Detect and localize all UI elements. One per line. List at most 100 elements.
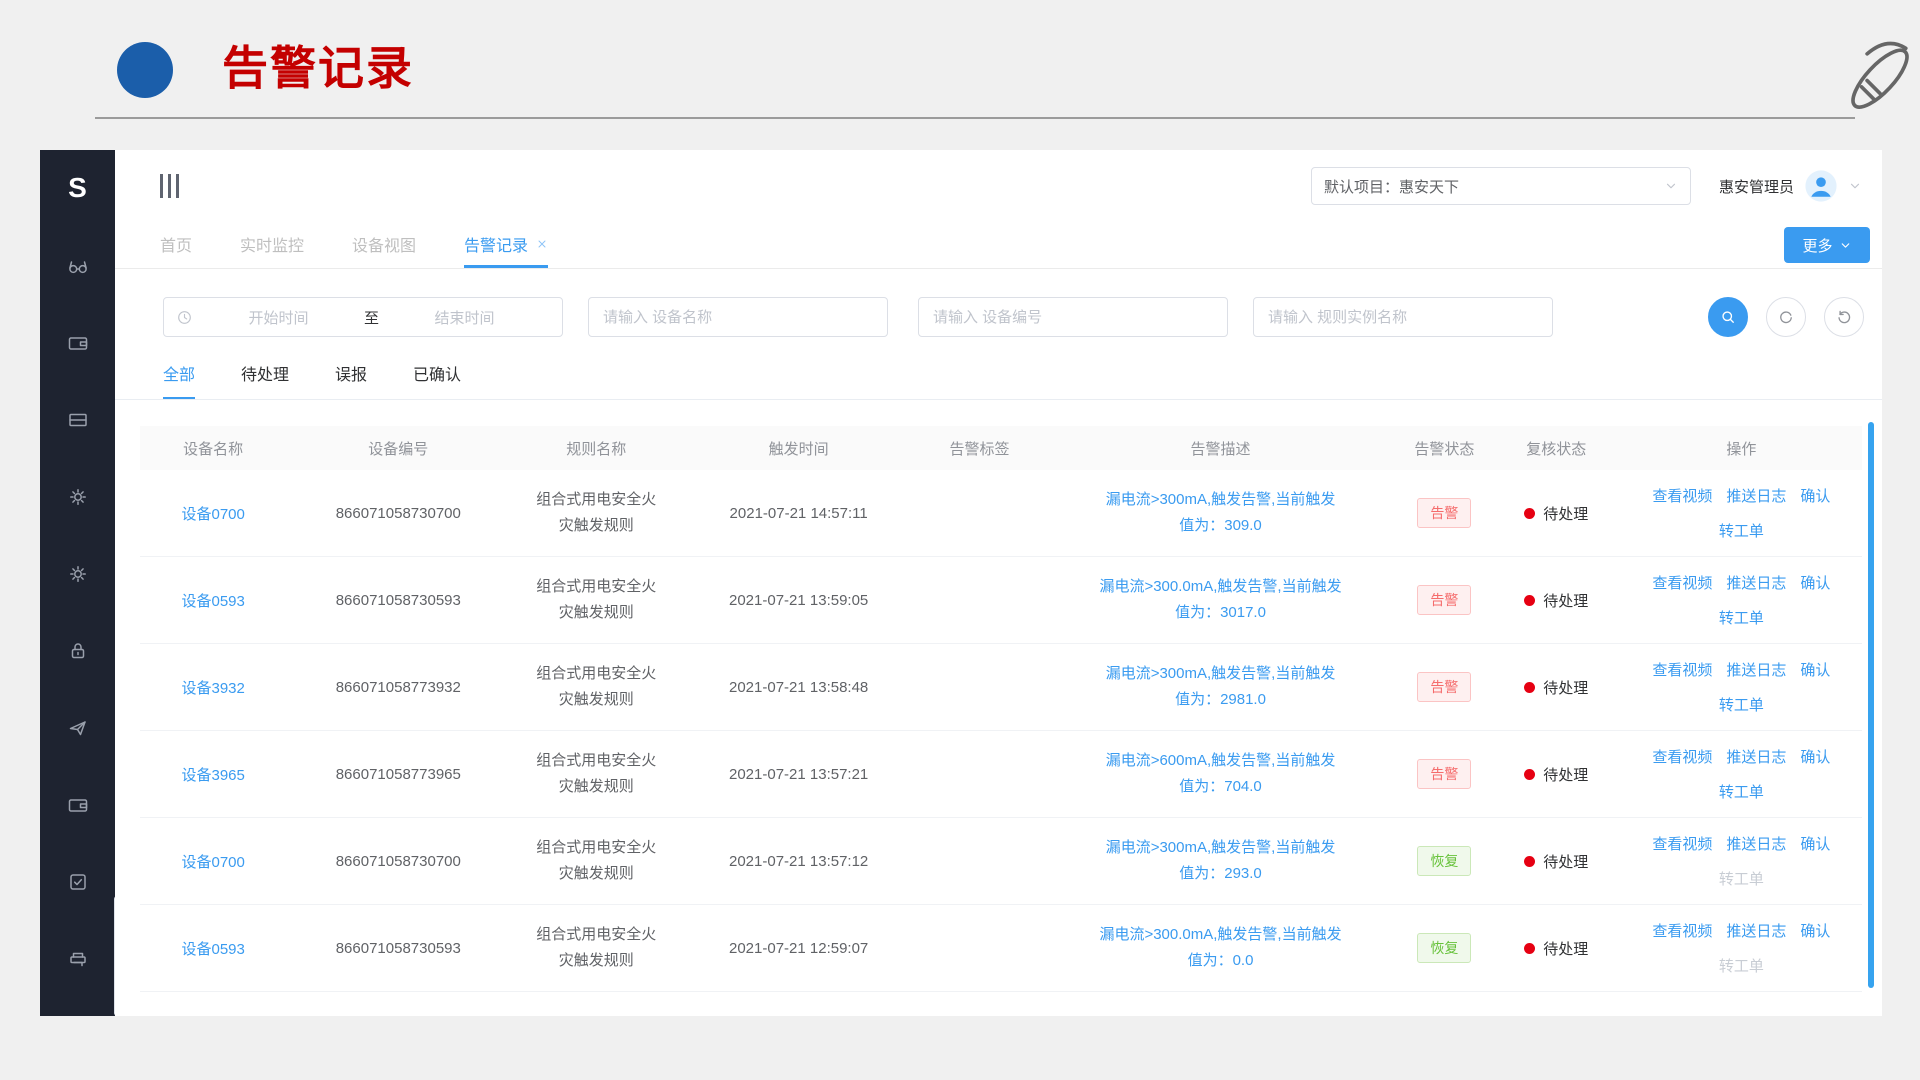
column-header: 复核状态 <box>1492 438 1621 459</box>
action-link[interactable]: 转工单 <box>1719 694 1764 715</box>
sidebar-item-1[interactable] <box>66 331 90 355</box>
device-no: 866071058773965 <box>286 766 510 783</box>
wallet2-icon <box>66 793 90 817</box>
status-badge: 恢复 <box>1417 846 1471 876</box>
project-select[interactable]: 默认项目：惠安天下 <box>1311 167 1691 205</box>
device-name-link[interactable]: 设备0700 <box>181 506 244 523</box>
device-name-link[interactable]: 设备0700 <box>181 854 244 871</box>
tab-label: 设备视图 <box>352 232 416 256</box>
device-name-input[interactable] <box>588 297 888 337</box>
table-row: 设备0593 866071058730593 组合式用电安全火灾触发规则 202… <box>140 905 1862 992</box>
column-header: 操作 <box>1621 438 1862 459</box>
close-icon[interactable] <box>536 238 548 250</box>
action-link[interactable]: 查看视频 <box>1652 746 1712 767</box>
sidebar-item-7[interactable] <box>66 793 90 817</box>
tab-2[interactable]: 设备视图 <box>352 222 416 268</box>
sidebar-item-4[interactable] <box>66 562 90 586</box>
pending-dot-icon <box>1524 856 1535 867</box>
action-link[interactable]: 推送日志 <box>1726 485 1786 506</box>
action-link[interactable]: 确认 <box>1800 572 1830 593</box>
sidebar-item-9[interactable] <box>66 947 90 971</box>
trigger-time: 2021-07-21 13:57:12 <box>682 853 914 870</box>
action-link[interactable]: 确认 <box>1800 485 1830 506</box>
rule-instance-input[interactable] <box>1253 297 1553 337</box>
status-tab-2[interactable]: 误报 <box>335 361 367 399</box>
monitor-glasses-icon <box>66 254 90 278</box>
status-badge: 告警 <box>1417 759 1471 789</box>
action-link[interactable]: 推送日志 <box>1726 572 1786 593</box>
gear-icon <box>66 485 90 509</box>
action-link[interactable]: 推送日志 <box>1726 920 1786 941</box>
action-link[interactable]: 确认 <box>1800 833 1830 854</box>
refresh-button[interactable] <box>1766 297 1806 337</box>
device-no: 866071058730700 <box>286 505 510 522</box>
pending-dot-icon <box>1524 769 1535 780</box>
device-no: 866071058773932 <box>286 679 510 696</box>
tab-label: 首页 <box>160 232 192 256</box>
trigger-time: 2021-07-21 13:58:48 <box>682 679 914 696</box>
start-time-placeholder: 开始时间 <box>193 307 364 328</box>
pending-dot-icon <box>1524 682 1535 693</box>
action-link[interactable]: 推送日志 <box>1726 833 1786 854</box>
trigger-time: 2021-07-21 13:59:05 <box>682 592 914 609</box>
sidebar-item-5[interactable] <box>66 639 90 663</box>
page-title: 告警记录 <box>222 32 414 98</box>
settings-gear-icon <box>66 562 90 586</box>
tab-0[interactable]: 首页 <box>160 222 192 268</box>
action-link[interactable]: 查看视频 <box>1652 833 1712 854</box>
action-link[interactable]: 查看视频 <box>1652 920 1712 941</box>
action-link[interactable]: 转工单 <box>1719 781 1764 802</box>
review-status: 待处理 <box>1496 503 1617 524</box>
user-menu[interactable]: 惠安管理员 <box>1719 169 1862 203</box>
status-tab-0[interactable]: 全部 <box>163 361 195 399</box>
more-button[interactable]: 更多 <box>1784 227 1870 263</box>
device-name-link[interactable]: 设备0593 <box>181 593 244 610</box>
chevron-down-icon <box>1664 179 1678 193</box>
device-no: 866071058730593 <box>286 592 510 609</box>
action-link[interactable]: 确认 <box>1800 746 1830 767</box>
status-tab-3[interactable]: 已确认 <box>413 361 461 399</box>
alarm-description: 漏电流>300mA,触发告警,当前触发值为：293.0 <box>1044 835 1397 887</box>
sidebar-item-2[interactable] <box>66 408 90 432</box>
action-link[interactable]: 查看视频 <box>1652 572 1712 593</box>
trigger-time: 2021-07-21 14:57:11 <box>682 505 914 522</box>
end-time-placeholder: 结束时间 <box>379 307 550 328</box>
alarm-description: 漏电流>300mA,触发告警,当前触发值为：2981.0 <box>1044 661 1397 713</box>
date-range-picker[interactable]: 开始时间 至 结束时间 <box>163 297 563 337</box>
collapse-menu-button[interactable] <box>160 174 179 198</box>
column-header: 告警标签 <box>915 438 1044 459</box>
action-link[interactable]: 查看视频 <box>1652 659 1712 680</box>
table-scrollbar[interactable] <box>1868 422 1874 988</box>
sidebar: S <box>40 150 115 1016</box>
action-link[interactable]: 推送日志 <box>1726 746 1786 767</box>
action-link[interactable]: 查看视频 <box>1652 485 1712 506</box>
reset-button[interactable] <box>1824 297 1864 337</box>
device-name-link[interactable]: 设备3932 <box>181 680 244 697</box>
rule-name: 组合式用电安全火灾触发规则 <box>510 487 682 539</box>
device-name-link[interactable]: 设备0593 <box>181 941 244 958</box>
tab-3[interactable]: 告警记录 <box>464 222 548 268</box>
action-link[interactable]: 确认 <box>1800 920 1830 941</box>
device-name-link[interactable]: 设备3965 <box>181 767 244 784</box>
search-button[interactable] <box>1708 297 1748 337</box>
status-badge: 告警 <box>1417 672 1471 702</box>
row-actions: 查看视频推送日志确认转工单 <box>1621 659 1862 715</box>
sidebar-item-6[interactable] <box>66 716 90 740</box>
table-row: 设备0700 866071058730700 组合式用电安全火灾触发规则 202… <box>140 470 1862 557</box>
device-no-input[interactable] <box>918 297 1228 337</box>
review-status: 待处理 <box>1496 938 1617 959</box>
more-button-label: 更多 <box>1802 235 1832 256</box>
status-tab-1[interactable]: 待处理 <box>241 361 289 399</box>
action-link[interactable]: 转工单 <box>1719 520 1764 541</box>
sidebar-item-0[interactable] <box>66 254 90 278</box>
pen-icon <box>1834 26 1920 124</box>
wallet-icon <box>66 331 90 355</box>
action-link[interactable]: 转工单 <box>1719 607 1764 628</box>
action-link[interactable]: 确认 <box>1800 659 1830 680</box>
sidebar-item-3[interactable] <box>66 485 90 509</box>
sidebar-logo: S <box>68 168 87 208</box>
tab-1[interactable]: 实时监控 <box>240 222 304 268</box>
column-header: 告警描述 <box>1044 438 1397 459</box>
sidebar-item-8[interactable] <box>66 870 90 894</box>
action-link[interactable]: 推送日志 <box>1726 659 1786 680</box>
